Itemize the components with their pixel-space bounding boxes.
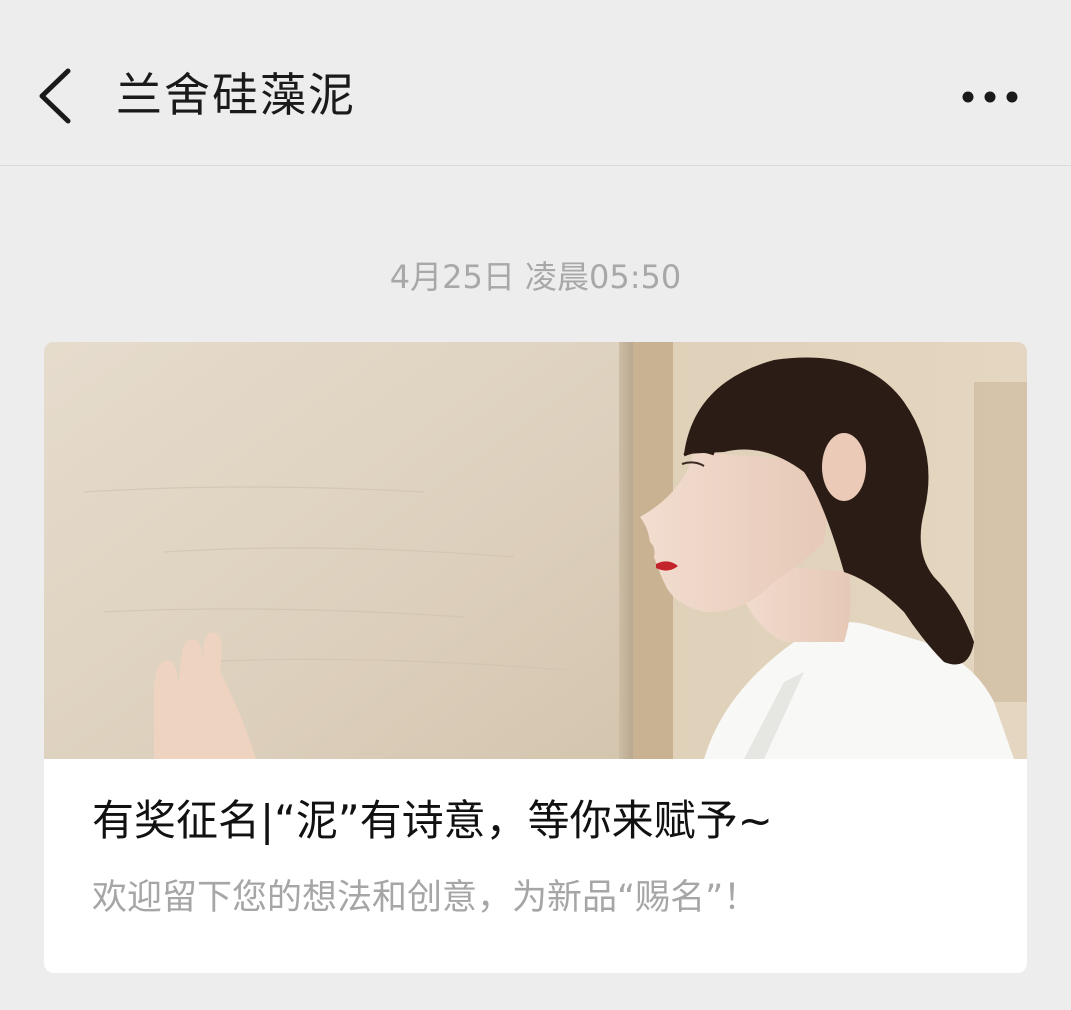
more-horizontal-icon (962, 91, 1018, 103)
article-title: 有奖征名|“泥”有诗意，等你来赋予~ (92, 796, 773, 845)
article-card[interactable]: 有奖征名|“泥”有诗意，等你来赋予~ 欢迎留下您的想法和创意，为新品“赐名”！ (44, 342, 1027, 973)
article-cover-image (44, 342, 1027, 759)
page-title: 兰舍硅藻泥 (116, 68, 356, 122)
message-timestamp: 4月25日 凌晨05:50 (389, 258, 682, 296)
back-button[interactable] (28, 60, 88, 130)
navigation-bar: 兰舍硅藻泥 (0, 0, 1071, 166)
more-button[interactable] (952, 72, 1032, 122)
chevron-left-icon (39, 68, 71, 124)
article-digest: 欢迎留下您的想法和创意，为新品“赐名”！ (92, 878, 759, 918)
